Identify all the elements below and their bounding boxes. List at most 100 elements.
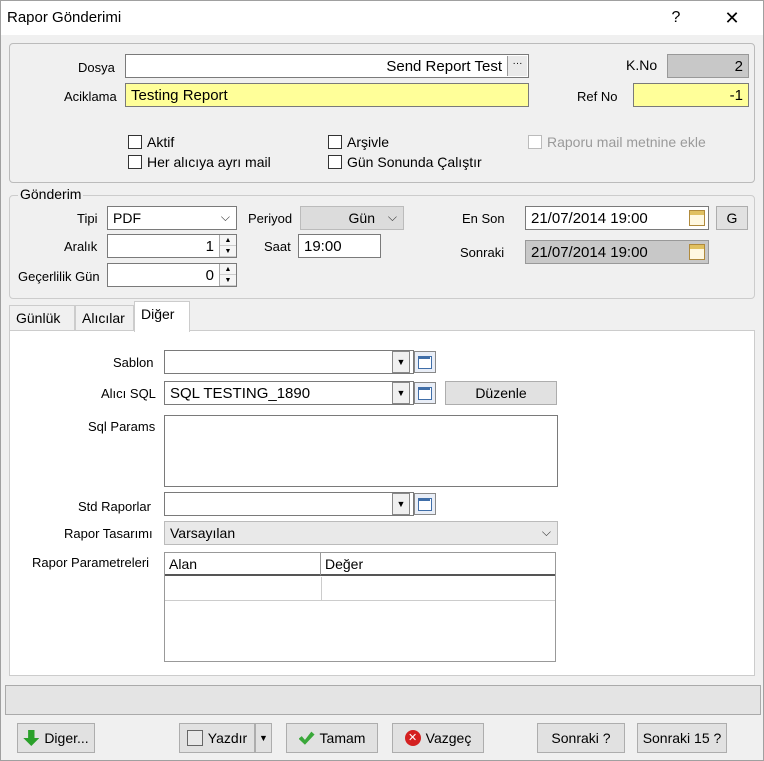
- status-bar: [5, 685, 761, 715]
- dosya-value: Send Report Test: [386, 58, 502, 75]
- aktif-label: Aktif: [147, 134, 175, 150]
- periyod-value: Gün: [348, 210, 375, 226]
- spin-up-icon[interactable]: ▲: [220, 235, 236, 246]
- spin-down-icon[interactable]: ▼: [220, 275, 236, 286]
- red-cancel-icon: ✕: [404, 730, 421, 746]
- her-alici-checkbox-box[interactable]: [128, 155, 142, 169]
- rapor-parametreleri-label: Rapor Parametreleri: [32, 555, 150, 570]
- chevron-down-icon: ⌵: [220, 210, 230, 224]
- tab-alicilar[interactable]: Alıcılar: [75, 305, 134, 331]
- saat-field[interactable]: 19:00: [298, 234, 381, 258]
- g-button[interactable]: G: [716, 206, 748, 230]
- tipi-label: Tipi: [77, 211, 98, 226]
- arsivle-checkbox[interactable]: Arşivle: [328, 134, 389, 150]
- sonraki-date-field: 21/07/2014 19:00: [525, 240, 709, 264]
- spin-up-icon[interactable]: ▲: [220, 264, 236, 275]
- aktif-checkbox-box[interactable]: [128, 135, 142, 149]
- green-check-icon: [298, 731, 315, 745]
- alici-sql-browse-icon[interactable]: [414, 382, 436, 404]
- calendar-icon: [689, 244, 705, 260]
- dosya-field[interactable]: Send Report Test ···: [125, 54, 529, 78]
- title-bar: Rapor Gönderimi ? ✕: [1, 1, 763, 35]
- sablon-browse-icon[interactable]: [414, 351, 436, 373]
- grid-header-deger[interactable]: Değer: [321, 553, 555, 576]
- grid-header-alan[interactable]: Alan: [165, 553, 321, 576]
- her-alici-checkbox[interactable]: Her alıcıya ayrı mail: [128, 154, 271, 170]
- diger-button-label: Diger...: [44, 730, 89, 746]
- rapor-tasarimi-value: Varsayılan: [170, 525, 236, 541]
- dosya-browse-button[interactable]: ···: [507, 56, 527, 76]
- yazdir-button-label: Yazdır: [207, 730, 248, 746]
- periyod-dropdown: Gün ⌵: [300, 206, 404, 230]
- green-down-arrow-icon: [23, 730, 40, 746]
- alici-sql-dropdown-arrow-icon[interactable]: ▼: [392, 382, 410, 404]
- aciklama-label: Aciklama: [64, 89, 117, 104]
- grid-cell-divider: [321, 577, 322, 601]
- diger-tab-panel: Sablon ▼ Alıcı SQL SQL TESTING_1890 ▼ Dü…: [9, 330, 755, 676]
- aciklama-field[interactable]: Testing Report: [125, 83, 529, 107]
- sonraki-15-button[interactable]: Sonraki 15 ?: [637, 723, 727, 753]
- gecerlilik-field[interactable]: 0 ▲ ▼: [107, 263, 237, 287]
- rapor-tasarimi-label: Rapor Tasarımı: [64, 526, 153, 541]
- calendar-icon[interactable]: [689, 210, 705, 226]
- yazdir-button[interactable]: Yazdır: [179, 723, 255, 753]
- diger-button[interactable]: Diger...: [17, 723, 95, 753]
- duzenle-button[interactable]: Düzenle: [445, 381, 557, 405]
- vazgec-button[interactable]: ✕ Vazgeç: [392, 723, 484, 753]
- aralik-value: 1: [205, 238, 214, 255]
- alici-sql-dropdown[interactable]: SQL TESTING_1890: [164, 381, 414, 405]
- rapor-tasarimi-dropdown[interactable]: Varsayılan ⌵: [164, 521, 558, 545]
- gecerlilik-spinner[interactable]: ▲ ▼: [219, 264, 236, 286]
- gun-sonunda-label: Gün Sonunda Çalıştır: [347, 154, 482, 170]
- arsivle-checkbox-box[interactable]: [328, 135, 342, 149]
- tamam-button-label: Tamam: [319, 730, 366, 746]
- sql-params-textarea[interactable]: [164, 415, 558, 487]
- aralik-label: Aralık: [64, 239, 98, 254]
- alici-sql-value: SQL TESTING_1890: [170, 385, 311, 402]
- sablon-dropdown[interactable]: [164, 350, 414, 374]
- help-button[interactable]: ?: [653, 1, 699, 35]
- close-button[interactable]: ✕: [709, 1, 755, 35]
- alici-sql-label: Alıcı SQL: [101, 386, 156, 401]
- aralik-field[interactable]: 1 ▲ ▼: [107, 234, 237, 258]
- refno-label: Ref No: [577, 89, 618, 104]
- sablon-dropdown-arrow-icon[interactable]: ▼: [392, 351, 410, 373]
- gun-sonunda-checkbox-box[interactable]: [328, 155, 342, 169]
- sql-params-label: Sql Params: [88, 419, 156, 434]
- aralik-spinner[interactable]: ▲ ▼: [219, 235, 236, 257]
- window-title: Rapor Gönderimi: [7, 9, 122, 26]
- yazdir-dropdown-arrow-icon[interactable]: ▼: [255, 723, 272, 753]
- en-son-label: En Son: [462, 211, 505, 226]
- raporu-mail-label: Raporu mail metnine ekle: [547, 134, 706, 150]
- spin-down-icon[interactable]: ▼: [220, 246, 236, 257]
- rapor-parametreleri-grid[interactable]: Alan Değer: [164, 552, 556, 662]
- raporu-mail-checkbox-box: [528, 135, 542, 149]
- refno-field[interactable]: -1: [633, 83, 749, 107]
- std-raporlar-browse-icon[interactable]: [414, 493, 436, 515]
- tipi-dropdown[interactable]: PDF ⌵: [107, 206, 237, 230]
- tab-gunluk[interactable]: Günlük: [9, 305, 75, 331]
- report-dialog-window: Rapor Gönderimi ? ✕ Dosya Send Report Te…: [0, 0, 764, 761]
- gecerlilik-label: Geçerlilik Gün: [18, 269, 100, 284]
- tab-diger[interactable]: Diğer: [134, 301, 190, 332]
- vazgec-button-label: Vazgeç: [425, 730, 472, 746]
- chevron-down-icon: ⌵: [387, 210, 397, 224]
- std-raporlar-dropdown-arrow-icon[interactable]: ▼: [392, 493, 410, 515]
- arsivle-label: Arşivle: [347, 134, 390, 150]
- her-alici-label: Her alıcıya ayrı mail: [147, 154, 271, 170]
- kno-field: 2: [667, 54, 749, 78]
- en-son-field[interactable]: 21/07/2014 19:00: [525, 206, 709, 230]
- saat-label: Saat: [264, 239, 291, 254]
- sonraki-date-value: 21/07/2014 19:00: [531, 244, 648, 261]
- raporu-mail-checkbox: Raporu mail metnine ekle: [528, 134, 706, 150]
- aktif-checkbox[interactable]: Aktif: [128, 134, 174, 150]
- sonraki-button[interactable]: Sonraki ?: [537, 723, 625, 753]
- std-raporlar-dropdown[interactable]: [164, 492, 414, 516]
- gonderim-legend: Gönderim: [18, 186, 84, 202]
- top-panel: Dosya Send Report Test ··· K.No 2 Acikla…: [9, 43, 755, 183]
- tamam-button[interactable]: Tamam: [286, 723, 378, 753]
- sablon-label: Sablon: [113, 355, 154, 370]
- gonderim-group: Gönderim Tipi PDF ⌵ Periyod Gün ⌵ En Son…: [9, 186, 755, 299]
- gun-sonunda-checkbox[interactable]: Gün Sonunda Çalıştır: [328, 154, 482, 170]
- grid-row[interactable]: [165, 577, 555, 601]
